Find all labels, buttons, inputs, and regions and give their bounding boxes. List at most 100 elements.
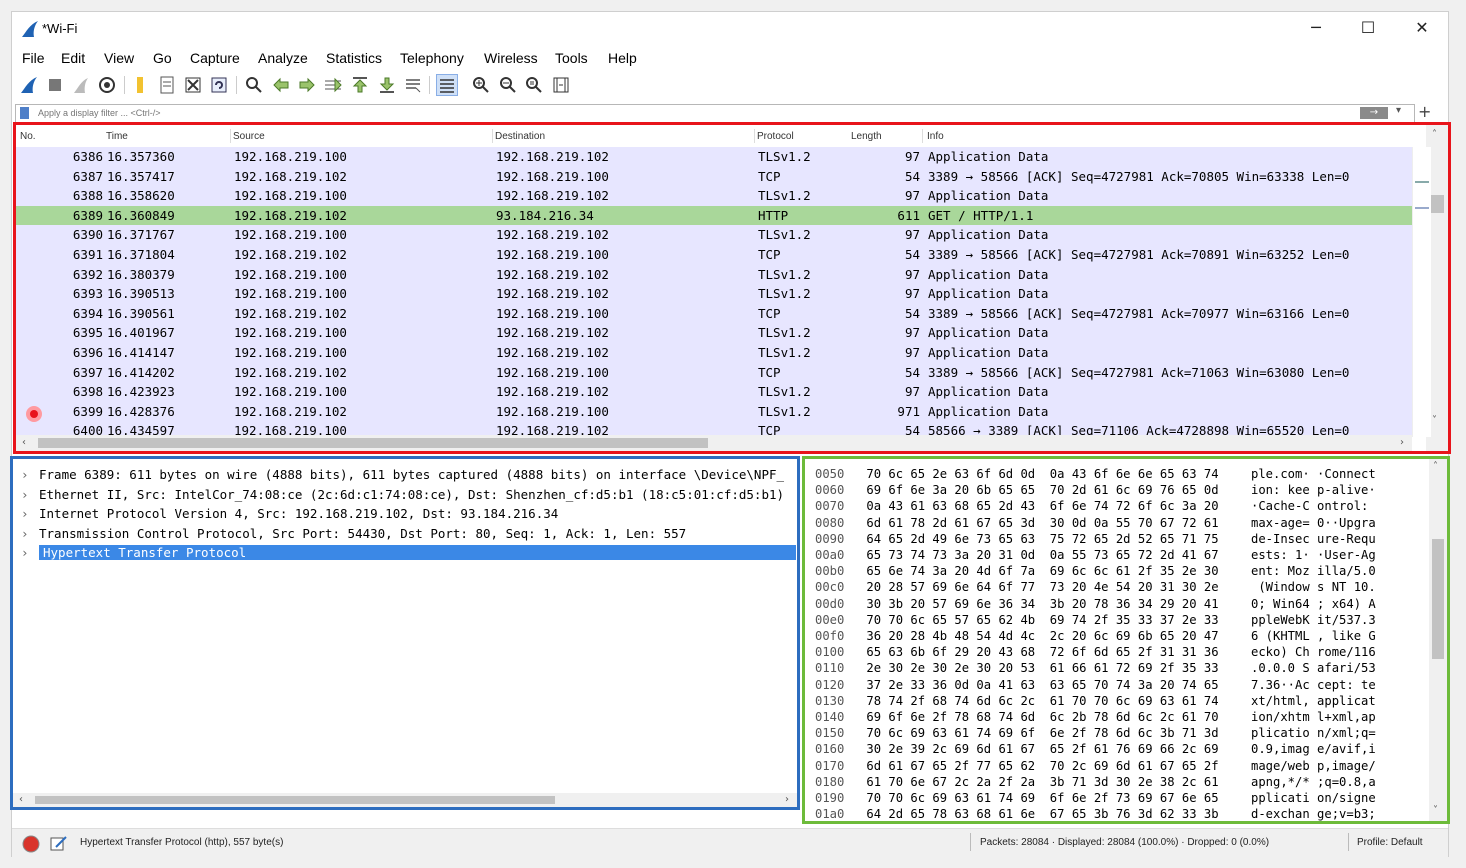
hex-row[interactable]: 0160 30 2e 39 2c 69 6d 61 67 65 2f 61 76… <box>815 742 1376 758</box>
zoom-out-icon[interactable] <box>497 74 519 96</box>
maximize-icon[interactable]: ☐ <box>1342 12 1394 44</box>
packet-row[interactable]: 6394 16.390561 192.168.219.102 192.168.219.… <box>16 303 1412 324</box>
packet-row[interactable]: 6390 16.371767 192.168.219.100 192.168.219.… <box>16 225 1412 245</box>
chevron-right-icon[interactable]: › <box>21 545 39 560</box>
display-filter-input[interactable] <box>38 105 1338 121</box>
chevron-right-icon[interactable]: › <box>21 487 39 502</box>
menu-telephony[interactable]: Telephony <box>400 50 464 66</box>
chevron-right-icon[interactable]: › <box>21 506 39 521</box>
packet-list-hscrollbar[interactable]: ‹ › <box>16 435 1412 451</box>
chevron-right-icon[interactable]: › <box>21 526 39 541</box>
packet-row[interactable]: 6389 16.360849 192.168.219.102 93.184.216.3… <box>16 205 1412 226</box>
tree-ipv4[interactable]: › Internet Protocol Version 4, Src: 192.1… <box>21 506 558 525</box>
packet-row[interactable]: 6392 16.380379 192.168.219.100 192.168.219.… <box>16 264 1412 285</box>
capture-options-icon[interactable] <box>96 74 118 96</box>
tree-ethernet[interactable]: › Ethernet II, Src: IntelCor_74:08:ce (2c… <box>21 487 784 506</box>
col-destination-header[interactable]: Destination <box>495 131 545 142</box>
status-profile[interactable]: Profile: Default <box>1357 837 1423 848</box>
hex-row[interactable]: 0180 61 70 6e 67 2c 2a 2f 2a 3b 71 3d 30… <box>815 775 1376 791</box>
stop-capture-icon[interactable] <box>44 74 66 96</box>
col-protocol-header[interactable]: Protocol <box>757 131 794 142</box>
reload-file-icon[interactable] <box>208 74 230 96</box>
packet-row[interactable]: 6397 16.414202 192.168.219.102 192.168.219.… <box>16 362 1412 383</box>
save-file-icon[interactable] <box>156 74 178 96</box>
normal-size-icon[interactable] <box>523 74 545 96</box>
first-packet-icon[interactable] <box>349 74 371 96</box>
tree-http[interactable]: › Hypertext Transfer Protocol <box>21 545 797 564</box>
col-no-header[interactable]: No. <box>20 131 36 142</box>
go-back-icon[interactable] <box>270 74 292 96</box>
hex-row[interactable]: 0090 64 65 2d 49 6e 73 65 63 75 72 65 2d… <box>815 532 1376 548</box>
hex-row[interactable]: 00b0 65 6e 74 3a 20 4d 6f 7a 69 6c 6c 61… <box>815 564 1376 580</box>
go-forward-icon[interactable] <box>296 74 318 96</box>
menu-analyze[interactable]: Analyze <box>258 50 308 66</box>
packet-row[interactable]: 6395 16.401967 192.168.219.100 192.168.219.… <box>16 323 1412 343</box>
menu-file[interactable]: File <box>22 50 45 66</box>
autoscroll-icon[interactable] <box>402 74 424 96</box>
bytes-vscrollbar[interactable]: ˄ ˅ <box>1429 459 1447 821</box>
hex-row[interactable]: 0050 70 6c 65 2e 63 6f 6d 0d 0a 43 6f 6e… <box>815 467 1376 483</box>
minimize-icon[interactable]: ─ <box>1290 12 1342 44</box>
open-file-icon[interactable] <box>130 74 152 96</box>
packet-row[interactable]: 6393 16.390513 192.168.219.100 192.168.219.… <box>16 284 1412 304</box>
menu-help[interactable]: Help <box>608 50 637 66</box>
hex-row[interactable]: 0170 6d 61 67 65 2f 77 65 62 70 2c 69 6d… <box>815 759 1376 775</box>
menu-tools[interactable]: Tools <box>555 50 588 66</box>
restart-capture-icon[interactable] <box>70 74 92 96</box>
close-file-icon[interactable] <box>182 74 204 96</box>
menu-edit[interactable]: Edit <box>61 50 85 66</box>
hex-row[interactable]: 00a0 65 73 74 73 3a 20 31 0d 0a 55 73 65… <box>815 548 1376 564</box>
menu-wireless[interactable]: Wireless <box>484 50 538 66</box>
hex-row[interactable]: 0150 70 6c 69 63 61 74 69 6f 6e 2f 78 6d… <box>815 726 1376 742</box>
hex-row[interactable]: 0070 0a 43 61 63 68 65 2d 43 6f 6e 74 72… <box>815 499 1368 515</box>
tree-frame[interactable]: › Frame 6389: 611 bytes on wire (4888 bit… <box>21 467 784 486</box>
add-filter-button-icon[interactable]: + <box>1418 102 1431 121</box>
hex-row[interactable]: 0080 6d 61 78 2d 61 67 65 3d 30 0d 0a 55… <box>815 516 1376 532</box>
hex-row[interactable]: 0100 65 63 6b 6f 29 20 43 68 72 6f 6d 65… <box>815 645 1376 661</box>
hex-row[interactable]: 00c0 20 28 57 69 6e 64 6f 77 73 20 4e 54… <box>815 580 1376 596</box>
packet-row[interactable]: 6396 16.414147 192.168.219.100 192.168.219.… <box>16 342 1412 363</box>
colorize-icon[interactable] <box>436 74 458 96</box>
col-info-header[interactable]: Info <box>927 131 944 142</box>
packet-row[interactable]: 6388 16.358620 192.168.219.100 192.168.219.… <box>16 186 1412 206</box>
hex-row[interactable]: 0130 78 74 2f 68 74 6d 6c 2c 61 70 70 6c… <box>815 694 1376 710</box>
chevron-right-icon[interactable]: › <box>21 467 39 482</box>
close-icon[interactable]: ✕ <box>1396 12 1448 44</box>
go-to-packet-icon[interactable] <box>322 74 344 96</box>
packet-row[interactable]: 6391 16.371804 192.168.219.102 192.168.219.… <box>16 244 1412 265</box>
hex-row[interactable]: 00f0 36 20 28 4b 48 54 4d 4c 2c 20 6c 69… <box>815 629 1376 645</box>
bookmark-icon[interactable] <box>20 107 29 119</box>
resize-columns-icon[interactable] <box>550 74 572 96</box>
hex-row[interactable]: 0110 2e 30 2e 30 2e 30 20 53 61 66 61 72… <box>815 661 1376 677</box>
capture-status-icon[interactable] <box>22 835 40 853</box>
menu-go[interactable]: Go <box>153 50 172 66</box>
packet-minimap[interactable] <box>1412 147 1431 437</box>
apply-filter-arrow-icon[interactable]: → <box>1360 107 1388 119</box>
filter-dropdown-icon[interactable]: ▾ <box>1396 105 1401 116</box>
hex-row[interactable]: 0120 37 2e 33 36 0d 0a 41 63 63 65 70 74… <box>815 678 1376 694</box>
edit-comment-icon[interactable] <box>50 835 68 853</box>
packet-row[interactable]: 6387 16.357417 192.168.219.102 192.168.219.… <box>16 166 1412 187</box>
hex-row[interactable]: 0140 69 6f 6e 2f 78 68 74 6d 6c 2b 78 6d… <box>815 710 1376 726</box>
col-length-header[interactable]: Length <box>851 131 882 142</box>
hex-row[interactable]: 00e0 70 70 6c 65 57 65 62 4b 69 74 2f 35… <box>815 613 1376 629</box>
hex-row[interactable]: 00d0 30 3b 20 57 69 6e 36 34 3b 20 78 36… <box>815 597 1376 613</box>
col-source-header[interactable]: Source <box>233 131 265 142</box>
col-time-header[interactable]: Time <box>106 131 128 142</box>
find-packet-icon[interactable] <box>243 74 265 96</box>
start-capture-icon[interactable] <box>18 74 40 96</box>
packet-row[interactable]: 6386 16.357360 192.168.219.100 192.168.219.… <box>16 147 1412 167</box>
hex-row[interactable]: 0190 70 70 6c 69 63 61 74 69 6f 6e 2f 73… <box>815 791 1376 807</box>
zoom-in-icon[interactable] <box>470 74 492 96</box>
hex-offset: 00a0 <box>815 548 845 562</box>
menu-capture[interactable]: Capture <box>190 50 240 66</box>
details-hscrollbar[interactable]: ‹ › <box>13 793 797 807</box>
packet-row[interactable]: 6399 16.428376 192.168.219.102 192.168.219.… <box>16 401 1412 422</box>
hex-row[interactable]: 0060 69 6f 6e 3a 20 6b 65 65 70 2d 61 6c… <box>815 483 1376 499</box>
tree-tcp[interactable]: › Transmission Control Protocol, Src Port… <box>21 526 686 545</box>
hex-row[interactable]: 01a0 64 2d 65 78 63 68 61 6e 67 65 3b 76… <box>815 807 1376 821</box>
last-packet-icon[interactable] <box>376 74 398 96</box>
menu-statistics[interactable]: Statistics <box>326 50 382 66</box>
packet-row[interactable]: 6398 16.423923 192.168.219.100 192.168.219.… <box>16 382 1412 402</box>
menu-view[interactable]: View <box>104 50 134 66</box>
